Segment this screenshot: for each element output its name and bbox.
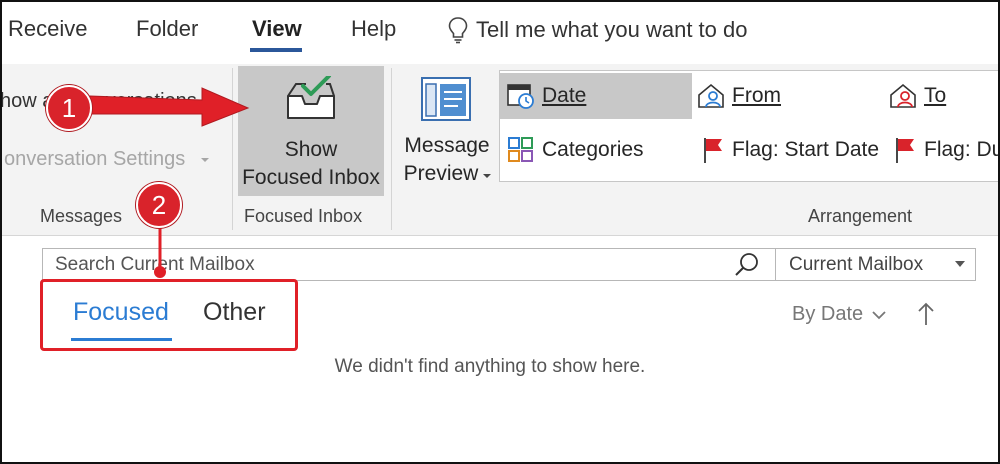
- show-focused-inbox-label-line1: Show: [284, 138, 338, 161]
- focused-inbox-icon: [287, 76, 335, 119]
- sort-by-label: By Date: [792, 303, 864, 325]
- show-as-conversations-checkbox[interactable]: how as Conversations: [2, 90, 197, 113]
- tell-me-search[interactable]: Tell me what you want to do: [448, 16, 747, 44]
- dropdown-arrow-icon: [955, 261, 965, 267]
- active-tab-underline: [250, 48, 302, 52]
- message-preview-button[interactable]: Message Preview: [398, 72, 496, 194]
- arrangement-flag-due-date-label: Flag: Du: [924, 138, 1000, 161]
- arrangement-group-label: Arrangement: [808, 206, 913, 226]
- search-scope-value: Current Mailbox: [789, 254, 924, 275]
- tab-folder[interactable]: Folder: [136, 16, 198, 42]
- arrangement-flag-start-date-label: Flag: Start Date: [732, 138, 880, 161]
- arrangement-categories[interactable]: Categories: [506, 127, 644, 173]
- group-separator: [391, 68, 392, 230]
- search-input[interactable]: Search Current Mailbox: [42, 248, 776, 281]
- lightbulb-icon: [448, 17, 468, 44]
- annotation-badge-1: 1: [46, 85, 92, 131]
- chevron-down-icon: [201, 158, 209, 162]
- arrangement-date-label: Date: [542, 84, 587, 107]
- tab-view[interactable]: View: [252, 16, 302, 42]
- annotation-badge-2: 2: [136, 182, 182, 228]
- arrangement-categories-label: Categories: [542, 138, 644, 161]
- sort-by-dropdown[interactable]: By Date: [792, 303, 887, 326]
- ribbon-tab-bar: Receive Folder View Help Tell me what yo…: [2, 2, 998, 64]
- arrangement-date[interactable]: Date: [500, 73, 692, 119]
- focused-inbox-group-label: Focused Inbox: [244, 206, 363, 226]
- contact-to-icon: [890, 83, 916, 108]
- contact-from-icon: [698, 83, 724, 108]
- chevron-down-icon: [872, 310, 886, 319]
- calendar-clock-icon: [507, 84, 534, 109]
- conversation-settings-button[interactable]: onversation Settings: [4, 148, 185, 171]
- show-focused-inbox-button[interactable]: Show Focused Inbox: [238, 66, 384, 196]
- arrangement-to-label: To: [924, 84, 947, 107]
- outlook-window: Receive Folder View Help Tell me what yo…: [0, 0, 1000, 464]
- search-placeholder: Search Current Mailbox: [55, 254, 255, 275]
- empty-list-message: We didn't find anything to show here.: [334, 356, 646, 377]
- flag-icon: [896, 138, 914, 163]
- arrangement-gallery: Date From To Categories Flag: Start Date…: [499, 70, 1000, 182]
- messages-group-label: Messages: [40, 206, 123, 226]
- flag-icon: [704, 138, 722, 163]
- chevron-down-icon: [483, 174, 491, 178]
- categories-icon: [508, 137, 533, 162]
- tell-me-label: Tell me what you want to do: [476, 17, 748, 42]
- arrangement-from[interactable]: From: [696, 73, 781, 119]
- show-focused-inbox-label-line2: Focused Inbox: [242, 166, 380, 189]
- arrangement-from-label: From: [732, 84, 781, 107]
- group-separator: [232, 68, 233, 230]
- search-icon[interactable]: [733, 251, 761, 279]
- message-preview-label-line1: Message: [404, 134, 490, 157]
- message-preview-label-line2: Preview: [403, 162, 479, 185]
- sort-direction-arrow-icon[interactable]: [916, 300, 936, 328]
- tab-help[interactable]: Help: [351, 16, 396, 42]
- arrangement-flag-due-date[interactable]: Flag: Du: [892, 127, 1000, 173]
- arrangement-flag-start-date[interactable]: Flag: Start Date: [700, 127, 879, 173]
- annotation-highlight-box: [40, 279, 298, 351]
- message-preview-icon: [421, 77, 471, 121]
- search-scope-dropdown[interactable]: Current Mailbox: [776, 248, 976, 281]
- tab-receive[interactable]: Receive: [8, 16, 87, 42]
- arrangement-to[interactable]: To: [888, 73, 946, 119]
